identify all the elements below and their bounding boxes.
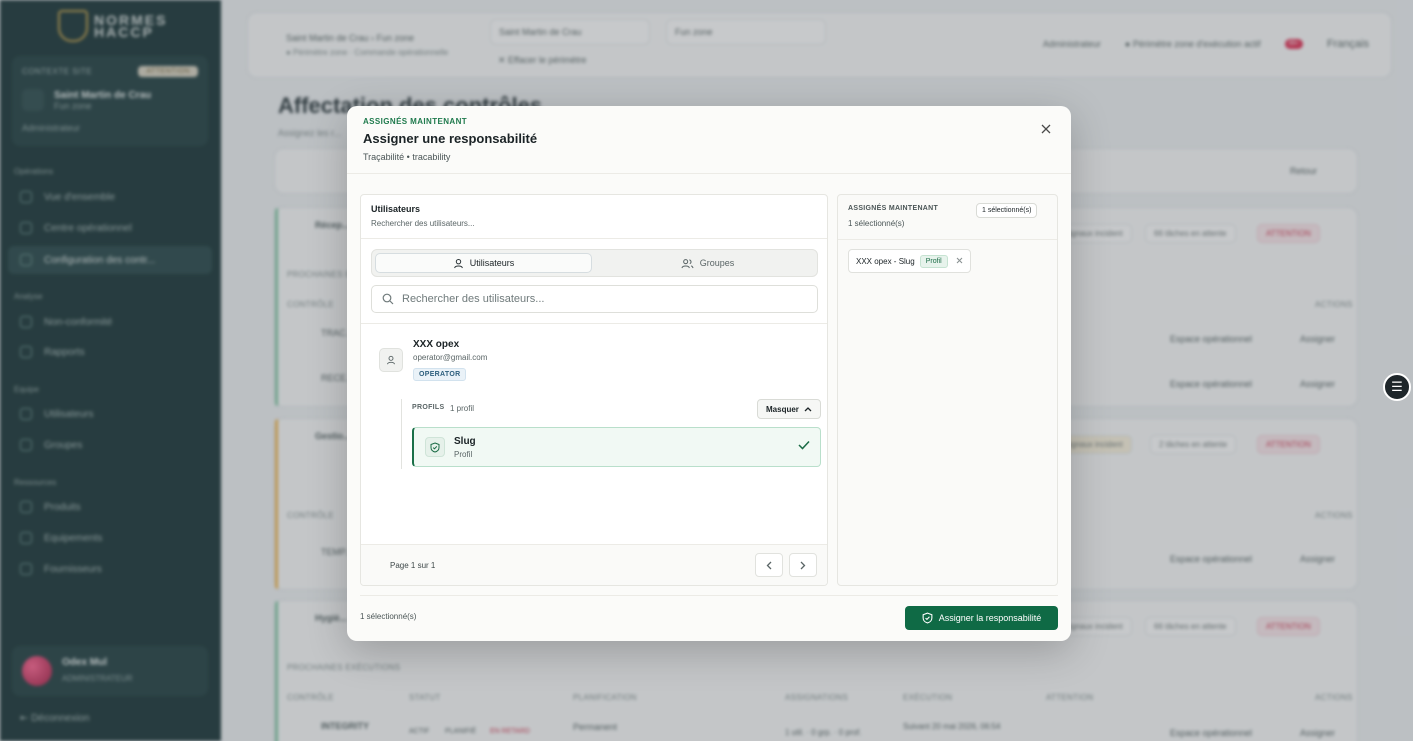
- assigned-subtitle: 1 sélectionné(s): [848, 219, 905, 228]
- chevron-right-icon: [800, 561, 806, 569]
- selected-count-badge: 1 sélectionné(s): [976, 203, 1038, 218]
- divider: [347, 173, 1071, 174]
- tab-switcher: Utilisateurs Groupes: [371, 249, 818, 277]
- divider: [360, 595, 1058, 596]
- user-search: [371, 285, 818, 313]
- profile-type: Profil: [454, 450, 473, 459]
- assign-responsibility-button[interactable]: Assigner la responsabilité: [905, 606, 1058, 630]
- user-role-badge: OPERATOR: [413, 368, 467, 381]
- modal-subtitle: Traçabilité • tracability: [363, 152, 451, 162]
- user-avatar: [379, 348, 403, 372]
- check-icon: [798, 440, 810, 450]
- assign-responsibility-modal: ASSIGNÉS MAINTENANT Assigner une respons…: [347, 106, 1071, 641]
- tab-label: Groupes: [699, 258, 735, 268]
- user-email: operator@gmail.com: [413, 353, 488, 362]
- divider: [361, 238, 827, 239]
- tab-groups[interactable]: Groupes: [599, 253, 816, 273]
- user-name[interactable]: XXX opex: [413, 339, 459, 350]
- page-indicator: Page 1 sur 1: [390, 561, 436, 570]
- prev-page-button[interactable]: [755, 553, 783, 577]
- shield-check-icon: [922, 612, 933, 624]
- user-icon: [387, 355, 395, 365]
- next-page-button[interactable]: [789, 553, 817, 577]
- profiles-label: PROFILS: [412, 404, 445, 411]
- divider: [838, 239, 1057, 240]
- assigned-panel: ASSIGNÉS MAINTENANT 1 sélectionné(s) 1 s…: [837, 194, 1058, 586]
- tab-users[interactable]: Utilisateurs: [375, 253, 592, 273]
- tab-label: Utilisateurs: [469, 258, 515, 268]
- chip-label: XXX opex - Slug: [856, 256, 915, 266]
- close-icon: [1041, 124, 1051, 134]
- hide-profiles-label: Masquer: [766, 404, 799, 414]
- divider: [361, 323, 827, 324]
- users-icon: [681, 258, 694, 268]
- users-panel: Utilisateurs Rechercher des utilisateurs…: [360, 194, 828, 586]
- chevron-up-icon: [804, 407, 812, 412]
- search-input[interactable]: [402, 293, 802, 305]
- shield-check-icon: [430, 441, 440, 453]
- modal-eyebrow: ASSIGNÉS MAINTENANT: [363, 117, 468, 126]
- search-icon: [382, 293, 394, 305]
- assigned-title: ASSIGNÉS MAINTENANT: [848, 205, 939, 212]
- footer-selected-count: 1 sélectionné(s): [360, 612, 417, 621]
- assign-button-label: Assigner la responsabilité: [938, 613, 1042, 623]
- chevron-left-icon: [766, 561, 772, 569]
- list-icon: ☰: [1391, 379, 1403, 394]
- profile-icon: [425, 437, 445, 457]
- side-panel-toggle[interactable]: ☰: [1383, 373, 1411, 401]
- panel-title: Utilisateurs: [371, 204, 421, 214]
- close-button[interactable]: [1038, 122, 1054, 138]
- close-icon: [956, 257, 963, 264]
- hide-profiles-button[interactable]: Masquer: [757, 399, 821, 419]
- panel-subtitle: Rechercher des utilisateurs...: [371, 219, 475, 228]
- pagination: Page 1 sur 1: [361, 544, 827, 585]
- remove-chip-button[interactable]: [956, 256, 963, 266]
- tree-connector: [401, 399, 402, 469]
- chip-tag: Profil: [919, 254, 948, 268]
- modal-title: Assigner une responsabilité: [363, 131, 538, 146]
- profile-option-slug[interactable]: Slug Profil: [412, 427, 821, 467]
- assigned-chip: XXX opex - Slug Profil: [848, 249, 971, 273]
- profiles-count: 1 profil: [450, 404, 475, 413]
- profile-name: Slug: [454, 436, 476, 447]
- user-icon: [453, 258, 463, 268]
